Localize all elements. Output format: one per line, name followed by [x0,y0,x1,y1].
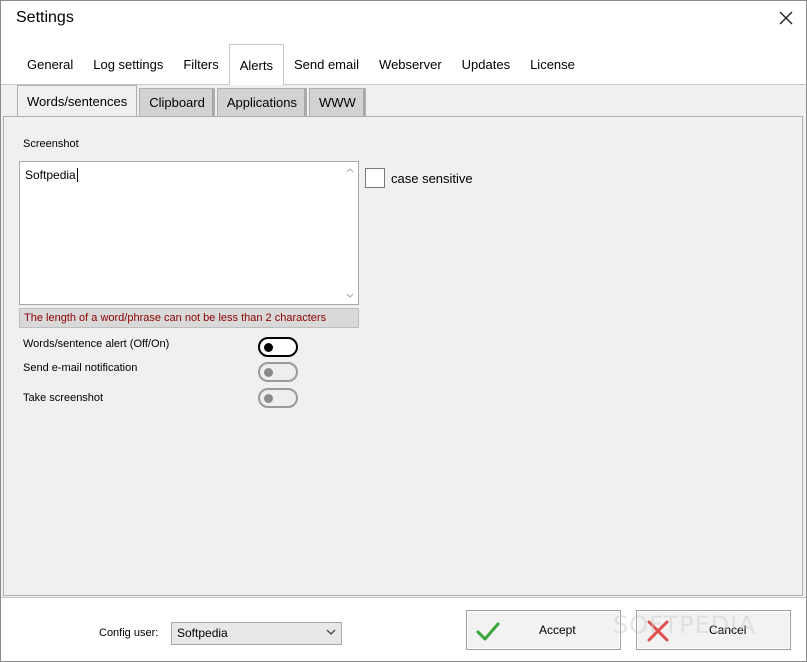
words-alert-toggle[interactable] [258,337,298,357]
toggle-knob [264,368,273,377]
tab-log-settings[interactable]: Log settings [83,44,173,84]
settings-window: Settings General Log settings Filters Al… [0,0,807,662]
screenshot-section-label: Screenshot [23,138,79,150]
chevron-down-icon [326,629,336,635]
take-screenshot-toggle[interactable] [258,388,298,408]
main-tab-strip: General Log settings Filters Alerts Send… [17,44,585,85]
case-sensitive-option[interactable]: case sensitive [365,168,473,188]
words-alert-label: Words/sentence alert (Off/On) [23,338,170,350]
window-title: Settings [16,9,74,26]
validation-hint: The length of a word/phrase can not be l… [19,308,359,328]
close-icon [779,11,793,25]
checkmark-icon [476,622,500,641]
tab-alerts[interactable]: Alerts [228,44,284,85]
chevron-up-icon [346,168,354,173]
dialog-footer: Config user: Softpedia Accept Cancel [1,597,806,661]
textarea-value: Softpedia [25,168,76,182]
textarea-content: Softpedia [25,168,78,182]
config-user-select[interactable]: Softpedia [171,622,342,645]
cancel-button[interactable]: Cancel [636,610,791,650]
accept-label: Accept [539,623,576,637]
case-sensitive-checkbox[interactable] [365,168,385,188]
subtab-words-sentences[interactable]: Words/sentences [17,85,138,116]
take-screenshot-label: Take screenshot [23,392,104,404]
case-sensitive-label: case sensitive [391,170,473,186]
toggle-knob [264,343,273,352]
config-user-value: Softpedia [177,626,228,640]
tab-license[interactable]: License [520,44,585,84]
text-caret [77,168,78,182]
toggle-knob [264,394,273,403]
x-icon [647,620,669,642]
email-notification-label: Send e-mail notification [23,362,138,374]
sub-tab-strip: Words/sentences Clipboard Applications W… [17,85,368,117]
chevron-down-icon [346,293,354,298]
config-user-label: Config user: [99,627,159,639]
title-bar: Settings [1,1,806,35]
scroll-down-button[interactable] [344,290,356,302]
tab-filters[interactable]: Filters [173,44,228,84]
subtab-applications[interactable]: Applications [216,88,307,116]
email-notification-toggle[interactable] [258,362,298,382]
scroll-up-button[interactable] [344,164,356,176]
subtab-clipboard[interactable]: Clipboard [139,88,215,116]
accept-button[interactable]: Accept [466,610,621,650]
tab-general[interactable]: General [17,44,83,84]
close-button[interactable] [766,1,806,35]
cancel-label: Cancel [709,623,747,637]
tab-send-email[interactable]: Send email [284,44,369,84]
tab-updates[interactable]: Updates [452,44,520,84]
subtab-www[interactable]: WWW [308,88,366,116]
tab-webserver[interactable]: Webserver [369,44,452,84]
words-textarea[interactable]: Softpedia [19,161,359,305]
